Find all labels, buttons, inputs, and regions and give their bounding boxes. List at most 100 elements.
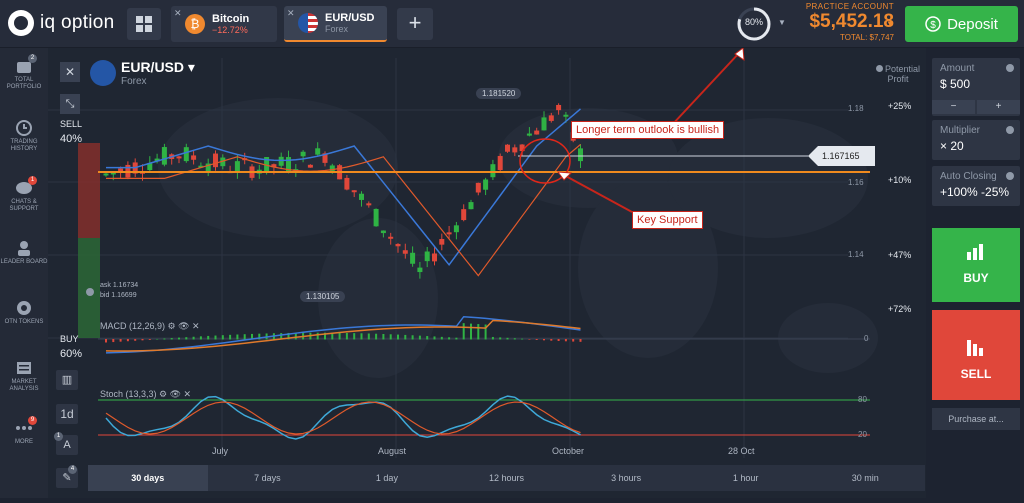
multiplier-box[interactable]: Multiplier × 20 [932,120,1020,160]
macd-bar [199,336,202,340]
stoch-d-line [105,401,581,435]
timeframe-12-hours[interactable]: 12 hours [447,465,567,491]
asset-name[interactable]: EUR/USD ▾ [121,59,195,76]
portfolio-badge: 2 [28,54,37,63]
sidebar-item-tokens[interactable]: OTN TOKENS [0,300,48,326]
decrease-button[interactable]: − [932,100,975,114]
macd-bar [499,337,502,340]
dollar-circle-icon: $ [925,16,941,32]
history-icon [15,120,33,136]
indicators-button[interactable]: A1 [54,432,78,455]
account-dropdown-icon[interactable]: ▼ [886,19,894,28]
stoch-label[interactable]: Stoch (13,3,3) ⚙ 👁 ✕ [100,389,191,400]
macd-bar [543,339,545,341]
sidebar-item-portfolio[interactable]: 2 TOTAL PORTFOLIO [0,54,48,91]
macd-bar [418,335,421,340]
timeframe-1-hour[interactable]: 1 hour [686,465,806,491]
timeframe-7-days[interactable]: 7 days [208,465,328,491]
tab-eurusd[interactable]: ✕ EUR/USD Forex [284,6,387,42]
close-icon[interactable]: ✕ [287,8,295,19]
close-icon[interactable]: ✕ [174,8,182,19]
macd-bar [462,323,465,340]
macd-bar [163,338,166,340]
info-icon[interactable] [86,288,94,296]
logo[interactable]: iq option [8,10,115,36]
ring-dropdown-icon[interactable]: ▼ [778,18,786,27]
svg-text:$: $ [930,20,936,31]
macd-bar [229,334,232,340]
grid-icon [136,16,152,32]
info-icon[interactable] [1006,126,1014,134]
sell-button-label: SELL [960,367,992,381]
sell-sentiment-bar [78,143,100,238]
sidebar-label: OTN TOKENS [4,319,44,325]
sidebar-label: MORE [15,439,33,445]
macd-bar [572,339,575,342]
macd-bar [148,339,151,340]
macd-bar [389,334,392,340]
timeframe-button[interactable]: 1d [56,404,78,424]
chart-area[interactable]: ✕ EUR/USD ▾ Forex ⤡ SELL 40% BUY 60% Pot… [48,47,926,498]
candle-body [380,230,386,234]
candle-body [191,155,197,160]
timeframe-30-days[interactable]: 30 days [88,465,208,491]
macd-bar [134,339,137,341]
macd-bar [564,339,567,342]
candle-body [176,156,182,159]
macd-bar [535,339,538,340]
macd-label[interactable]: MACD (12,26,9) ⚙ 👁 ✕ [100,321,200,332]
sidebar-label: LEADER BOARD [0,259,48,265]
sidebar-item-history[interactable]: TRADING HISTORY [0,120,48,153]
bid-price: bid 1.16699 [100,292,137,299]
candle-body [461,209,467,221]
timeframe-30-min[interactable]: 30 min [805,465,925,491]
sidebar-item-leaderboard[interactable]: LEADER BOARD [0,240,48,266]
expand-icon[interactable]: ⤡ [60,94,80,114]
purchase-at-button[interactable]: Purchase at... [932,408,1020,430]
macd-bar [367,333,370,340]
price-tick: 1.16 [848,178,864,187]
level-progress-label: 80% [744,17,763,27]
macd-bar [156,338,159,340]
drawing-badge: 4 [68,465,77,474]
date-label: October [552,446,585,456]
amount-value[interactable]: $ 500 [940,77,1012,91]
more-badge: 9 [28,416,37,425]
sidebar-item-analysis[interactable]: MARKET ANALYSIS [0,360,48,393]
deposit-label: Deposit [947,15,998,33]
increase-button[interactable]: + [977,100,1020,114]
close-chart-icon[interactable]: ✕ [60,62,80,82]
buy-pct: 60% [60,348,83,360]
buy-button[interactable]: BUY [932,228,1020,302]
auto-closing-box[interactable]: Auto Closing +100% -25% [932,166,1020,206]
macd-zero-tick: 0 [864,334,869,343]
sell-button[interactable]: SELL [932,310,1020,400]
date-label: August [378,446,407,456]
drawing-tools-button[interactable]: ✎ 4 [56,465,78,488]
token-icon [15,300,33,316]
candle-body [388,236,394,239]
timeframe-1-day[interactable]: 1 day [327,465,447,491]
info-icon[interactable] [1006,172,1014,180]
macd-bar [338,332,341,340]
high-price-label: 1.181520 [476,88,522,99]
macd-bar [506,337,509,340]
sidebar-item-more[interactable]: 9 MORE [0,416,48,446]
asset-grid-button[interactable] [127,8,161,40]
tab-bitcoin[interactable]: ✕ ₿ Bitcoin −12.72% [171,6,277,42]
macd-bar [426,336,429,340]
candle-body [300,151,306,157]
info-icon[interactable] [1006,64,1014,72]
amount-box[interactable]: Amount $ 500 − + [932,58,1020,116]
add-asset-button[interactable]: + [397,8,433,40]
candle-body [183,147,189,162]
macd-bar [455,337,458,340]
candle-body [483,179,489,190]
account-balance[interactable]: PRACTICE ACCOUNT $5,452.18 TOTAL: $7,747 [794,2,894,42]
deposit-button[interactable]: $ Deposit [905,6,1018,42]
price-chart[interactable] [48,47,926,498]
chart-type-button[interactable]: ▥ [56,370,78,390]
macd-bar [375,333,378,340]
sidebar-item-chats[interactable]: 1 CHATS & SUPPORT [0,176,48,213]
timeframe-3-hours[interactable]: 3 hours [566,465,686,491]
